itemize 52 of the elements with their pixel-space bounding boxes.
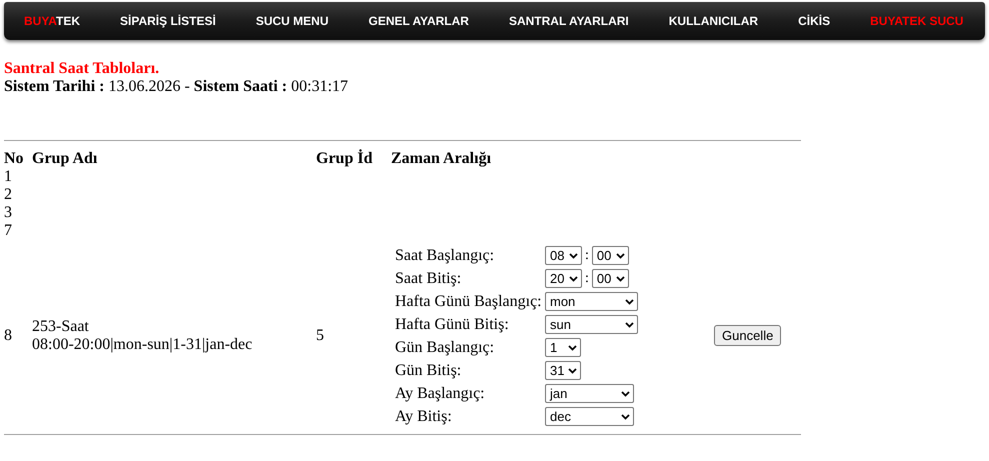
field-label: Gün Bitiş: — [395, 360, 462, 380]
column-header: Grup İd — [316, 150, 372, 167]
chevron-down-icon — [568, 368, 577, 374]
chevron-down-icon — [625, 298, 634, 304]
dropdown[interactable]: 31 — [545, 361, 581, 380]
chevron-down-icon — [616, 252, 625, 258]
chevron-down-icon — [569, 252, 578, 258]
nav-link[interactable]: SANTRAL AYARLARI — [508, 12, 629, 30]
logo-link[interactable]: BUYATEK — [24, 12, 80, 30]
row-number: 8 — [4, 327, 12, 344]
time-separator: : — [585, 247, 589, 265]
column-header: Zaman Aralığı — [391, 150, 492, 167]
dropdown[interactable]: 00 — [592, 269, 629, 288]
update-button[interactable]: Guncelle — [714, 325, 782, 346]
field-label: Saat Bitiş: — [395, 268, 462, 288]
dropdown[interactable]: 20 — [545, 269, 582, 288]
field-label: Ay Bitiş: — [395, 406, 453, 426]
group-id: 5 — [316, 327, 324, 344]
dropdown[interactable]: 1 — [545, 338, 581, 357]
nav-link[interactable]: GENEL AYARLAR — [368, 12, 469, 30]
page-heading: Santral Saat Tabloları. — [4, 60, 160, 78]
dropdown[interactable]: dec — [545, 407, 634, 426]
field-label: Ay Başlangıç: — [395, 384, 486, 404]
system-info: Sistem Tarihi : 13.06.2026 - Sistem Saati : 00:31:17 — [4, 78, 350, 96]
field-label: Gün Başlangıç: — [395, 338, 496, 358]
nav-link[interactable]: BUYATEK SUCU — [870, 12, 964, 30]
time-separator: : — [585, 270, 589, 288]
nav-link[interactable]: CİKİS — [798, 12, 830, 30]
chevron-down-icon — [625, 322, 634, 328]
field-label: Saat Başlangıç: — [395, 246, 496, 266]
nav-link[interactable]: KULLANICILAR — [668, 12, 758, 30]
field-label: Hafta Günü Başlangıç: — [395, 292, 543, 312]
row-number: 7 — [4, 222, 12, 239]
chevron-down-icon — [569, 276, 578, 282]
chevron-down-icon — [616, 276, 625, 282]
column-header: No — [4, 150, 24, 167]
dropdown[interactable]: sun — [545, 315, 638, 334]
nav-link[interactable]: SUCU MENU — [256, 12, 328, 30]
chevron-down-icon — [568, 344, 577, 350]
row-number: 2 — [4, 186, 12, 203]
field-label: Hafta Günü Bitiş: — [395, 314, 510, 334]
nav-link[interactable]: SİPARİŞ LİSTESİ — [120, 12, 216, 30]
group-name: 253-Saat 08:00-20:00|mon-sun|1-31|jan-dec — [32, 318, 254, 354]
chevron-down-icon — [621, 390, 630, 396]
dropdown[interactable]: 00 — [592, 246, 629, 265]
dropdown[interactable]: mon — [545, 292, 638, 311]
column-header: Grup Adı — [32, 150, 98, 167]
chevron-down-icon — [621, 414, 630, 420]
dropdown[interactable]: 08 — [545, 246, 582, 265]
dropdown[interactable]: jan — [545, 384, 634, 403]
row-number: 1 — [4, 168, 12, 185]
row-number: 3 — [4, 204, 12, 221]
